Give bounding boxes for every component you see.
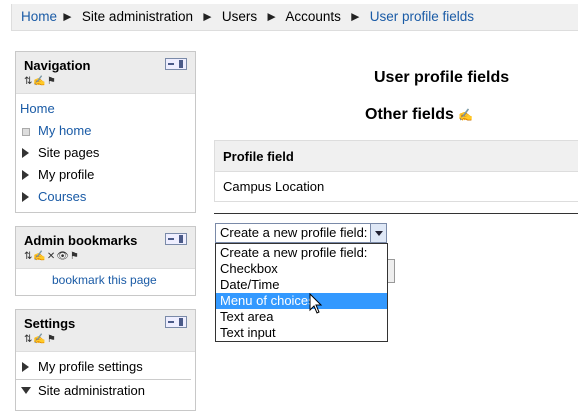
option-create[interactable]: Create a new profile field:: [216, 245, 387, 261]
settings-block-header: Settings ⇅✍⚑: [16, 310, 195, 352]
expand-arrow-icon[interactable]: [22, 192, 29, 202]
divider: [16, 379, 191, 380]
breadcrumb-accounts[interactable]: Accounts: [285, 9, 341, 24]
expand-arrow-icon[interactable]: [22, 362, 29, 372]
expand-arrow-icon[interactable]: [22, 148, 29, 158]
table-header: Profile field: [215, 141, 578, 172]
page-title: User profile fields: [374, 69, 510, 86]
admin-bookmarks-block: Admin bookmarks ⇅✍✕👁⚑ bookmark this page: [15, 226, 196, 296]
navigation-block: Navigation ⇅✍⚑ Home My home Site pages M…: [15, 51, 196, 213]
edit-icon[interactable]: ✍: [458, 108, 473, 122]
nav-item-site-pages[interactable]: Site pages: [38, 145, 99, 160]
dock-icon[interactable]: [165, 58, 187, 70]
option-text-input[interactable]: Text input: [216, 325, 387, 341]
table-row: Campus Location: [223, 179, 325, 194]
breadcrumb: Home ► Site administration ► Users ► Acc…: [11, 4, 578, 31]
bullet-icon: [22, 128, 30, 136]
select-value: Create a new profile field:: [220, 225, 368, 240]
block-action-icons[interactable]: ⇅✍✕👁⚑: [24, 251, 80, 262]
option-menu-of-choices[interactable]: Menu of choices: [216, 293, 387, 309]
settings-title: Settings: [24, 316, 76, 331]
section-title: Other fields ✍: [365, 106, 473, 124]
nav-home-link[interactable]: Home: [20, 101, 55, 116]
collapse-arrow-icon[interactable]: [21, 387, 31, 394]
profile-field-table: Profile field Campus Location: [214, 140, 578, 202]
breadcrumb-home[interactable]: Home: [21, 9, 57, 24]
navigation-title: Navigation: [24, 58, 91, 73]
dropdown-arrow-icon[interactable]: [370, 224, 386, 242]
navigation-block-header: Navigation ⇅✍⚑: [16, 52, 195, 94]
block-action-icons[interactable]: ⇅✍⚑: [24, 334, 57, 345]
select-dropdown-list[interactable]: Create a new profile field: Checkbox Dat…: [215, 243, 388, 342]
admin-bookmarks-title: Admin bookmarks: [24, 233, 138, 248]
mouse-cursor-icon: [309, 293, 323, 314]
divider: [214, 213, 578, 214]
breadcrumb-separator: ►: [348, 9, 362, 24]
option-checkbox[interactable]: Checkbox: [216, 261, 387, 277]
breadcrumb-user-profile-fields[interactable]: User profile fields: [370, 9, 474, 24]
new-profile-field-select[interactable]: Create a new profile field:: [215, 223, 387, 243]
nav-item-courses[interactable]: Courses: [38, 189, 86, 204]
breadcrumb-site-admin[interactable]: Site administration: [82, 9, 193, 24]
dock-icon[interactable]: [165, 316, 187, 328]
option-text-area[interactable]: Text area: [216, 309, 387, 325]
breadcrumb-separator: ►: [264, 9, 279, 24]
option-date-time[interactable]: Date/Time: [216, 277, 387, 293]
dock-icon[interactable]: [165, 233, 187, 245]
bookmark-this-page-link[interactable]: bookmark this page: [52, 273, 157, 287]
settings-item-my-profile-settings[interactable]: My profile settings: [38, 359, 143, 374]
expand-arrow-icon[interactable]: [22, 170, 29, 180]
nav-item-my-home[interactable]: My home: [38, 123, 91, 138]
section-title-text: Other fields: [365, 106, 454, 123]
breadcrumb-separator: ►: [200, 9, 215, 24]
nav-item-my-profile[interactable]: My profile: [38, 167, 94, 182]
breadcrumb-users[interactable]: Users: [222, 9, 257, 24]
admin-bookmarks-header: Admin bookmarks ⇅✍✕👁⚑: [16, 227, 195, 269]
breadcrumb-separator: ►: [60, 9, 75, 24]
block-action-icons[interactable]: ⇅✍⚑: [24, 76, 57, 87]
column-header-profile-field: Profile field: [223, 149, 294, 164]
